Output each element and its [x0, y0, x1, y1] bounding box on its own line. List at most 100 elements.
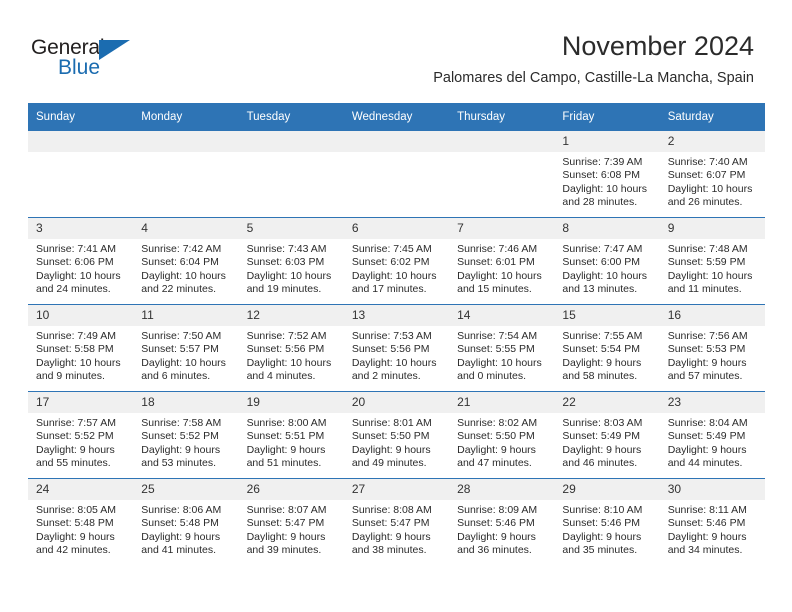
sunrise-text: Sunrise: 8:09 AM — [457, 504, 538, 516]
day-info: Sunrise: 8:07 AM Sunset: 5:47 PM Daylight:… — [239, 500, 344, 557]
sunset-text: Sunset: 6:04 PM — [141, 256, 219, 269]
daylight-text: Daylight: 9 hours and 55 minutes. — [36, 443, 115, 469]
day-number: 7 — [449, 218, 555, 239]
day-number: 10 — [28, 305, 134, 326]
daylight-text: Daylight: 9 hours and 51 minutes. — [246, 443, 326, 469]
calendar-week-row: 10 Sunrise: 7:49 AM Sunset: 5:58 PM Dayligh… — [28, 304, 765, 392]
day-number: 13 — [343, 305, 450, 326]
day-info: Sunrise: 7:58 AM Sunset: 5:52 PM Daylight:… — [133, 413, 238, 470]
sunset-text: Sunset: 5:49 PM — [562, 430, 641, 443]
day-cell[interactable]: 12 Sunrise: 7:52 AM Sunset: 5:56 PM Dayligh… — [238, 304, 344, 392]
daylight-text: Daylight: 9 hours and 34 minutes. — [667, 530, 747, 556]
day-info: Sunrise: 8:02 AM Sunset: 5:50 PM Daylight:… — [449, 413, 554, 470]
day-number — [238, 131, 344, 152]
day-cell[interactable]: 18 Sunrise: 7:58 AM Sunset: 5:52 PM Dayligh… — [133, 391, 239, 479]
daylight-text: Daylight: 9 hours and 44 minutes. — [667, 443, 747, 469]
day-cell[interactable]: 11 Sunrise: 7:50 AM Sunset: 5:57 PM Dayligh… — [133, 304, 239, 392]
sunset-text: Sunset: 6:06 PM — [36, 256, 114, 269]
weekday-header-thursday: Thursday — [449, 103, 555, 131]
sunrise-text: Sunrise: 8:01 AM — [351, 417, 432, 429]
day-info: Sunrise: 7:42 AM Sunset: 6:04 PM Daylight:… — [133, 239, 238, 296]
day-cell[interactable]: 28 Sunrise: 8:09 AM Sunset: 5:46 PM Dayligh… — [449, 478, 555, 565]
day-info: Sunrise: 7:40 AM Sunset: 6:07 PM Daylight:… — [660, 152, 765, 209]
day-cell[interactable]: 6 Sunrise: 7:45 AM Sunset: 6:02 PM Daylight… — [343, 217, 450, 305]
day-cell[interactable]: 16 Sunrise: 7:56 AM Sunset: 5:53 PM Dayligh… — [659, 304, 765, 392]
day-cell[interactable]: 9 Sunrise: 7:48 AM Sunset: 5:59 PM Daylight… — [659, 217, 765, 305]
day-number: 4 — [133, 218, 239, 239]
day-info: Sunrise: 7:49 AM Sunset: 5:58 PM Daylight:… — [28, 326, 133, 383]
day-cell[interactable]: 4 Sunrise: 7:42 AM Sunset: 6:04 PM Daylight… — [133, 217, 239, 305]
sunrise-text: Sunrise: 7:47 AM — [562, 243, 643, 255]
daylight-text: Daylight: 10 hours and 19 minutes. — [246, 269, 332, 295]
weekday-header-sunday: Sunday — [28, 103, 134, 131]
sunset-text: Sunset: 5:47 PM — [351, 517, 430, 530]
daylight-text: Daylight: 9 hours and 57 minutes. — [667, 356, 747, 382]
day-number: 17 — [28, 392, 134, 413]
day-cell[interactable]: 27 Sunrise: 8:08 AM Sunset: 5:47 PM Dayligh… — [343, 478, 450, 565]
weekday-header-monday: Monday — [133, 103, 239, 131]
day-number: 12 — [238, 305, 344, 326]
weekday-header-row: Sunday Monday Tuesday Wednesday Thursday… — [28, 103, 765, 131]
sunrise-text: Sunrise: 7:42 AM — [141, 243, 222, 255]
day-cell[interactable]: 23 Sunrise: 8:04 AM Sunset: 5:49 PM Dayligh… — [659, 391, 765, 479]
day-cell[interactable]: 21 Sunrise: 8:02 AM Sunset: 5:50 PM Dayligh… — [449, 391, 555, 479]
day-cell[interactable]: 13 Sunrise: 7:53 AM Sunset: 5:56 PM Dayligh… — [343, 304, 450, 392]
sunset-text: Sunset: 5:47 PM — [246, 517, 325, 530]
daylight-text: Daylight: 9 hours and 39 minutes. — [246, 530, 326, 556]
day-cell[interactable]: 2 Sunrise: 7:40 AM Sunset: 6:07 PM Daylight… — [659, 131, 765, 218]
day-cell[interactable]: 20 Sunrise: 8:01 AM Sunset: 5:50 PM Dayligh… — [343, 391, 450, 479]
sunrise-text: Sunrise: 8:03 AM — [562, 417, 643, 429]
sunset-text: Sunset: 5:46 PM — [562, 517, 641, 530]
daylight-text: Daylight: 9 hours and 35 minutes. — [562, 530, 642, 556]
title-block: November 2024 Palomares del Campo, Casti… — [433, 30, 754, 88]
day-number — [343, 131, 450, 152]
daylight-text: Daylight: 9 hours and 47 minutes. — [457, 443, 536, 469]
day-info: Sunrise: 7:46 AM Sunset: 6:01 PM Daylight:… — [449, 239, 554, 296]
day-cell[interactable]: 5 Sunrise: 7:43 AM Sunset: 6:03 PM Daylight… — [238, 217, 344, 305]
day-cell[interactable]: 1 Sunrise: 7:39 AM Sunset: 6:08 PM Daylight… — [554, 131, 660, 218]
weekday-header-tuesday: Tuesday — [238, 103, 344, 131]
day-cell[interactable]: 26 Sunrise: 8:07 AM Sunset: 5:47 PM Dayligh… — [238, 478, 344, 565]
day-info: Sunrise: 7:47 AM Sunset: 6:00 PM Daylight:… — [554, 239, 659, 296]
sunset-text: Sunset: 5:55 PM — [457, 343, 535, 356]
calendar-week-row: 24 Sunrise: 8:05 AM Sunset: 5:48 PM Dayligh… — [28, 478, 765, 565]
day-cell[interactable]: 10 Sunrise: 7:49 AM Sunset: 5:58 PM Dayligh… — [28, 304, 134, 392]
day-cell[interactable]: 24 Sunrise: 8:05 AM Sunset: 5:48 PM Dayligh… — [28, 478, 134, 565]
weekday-header-friday: Friday — [554, 103, 660, 131]
day-info: Sunrise: 8:04 AM Sunset: 5:49 PM Daylight:… — [660, 413, 765, 470]
day-number — [28, 131, 134, 152]
sunset-text: Sunset: 5:54 PM — [562, 343, 641, 356]
day-info: Sunrise: 8:08 AM Sunset: 5:47 PM Daylight:… — [344, 500, 449, 557]
day-info: Sunrise: 7:39 AM Sunset: 6:08 PM Daylight:… — [554, 152, 659, 209]
sunrise-text: Sunrise: 7:43 AM — [246, 243, 327, 255]
day-info: Sunrise: 8:00 AM Sunset: 5:51 PM Daylight:… — [239, 413, 344, 470]
day-cell[interactable]: 17 Sunrise: 7:57 AM Sunset: 5:52 PM Dayligh… — [28, 391, 134, 479]
day-cell[interactable]: 22 Sunrise: 8:03 AM Sunset: 5:49 PM Dayligh… — [554, 391, 660, 479]
logo-triangle-icon — [99, 40, 130, 60]
sunset-text: Sunset: 5:57 PM — [141, 343, 219, 356]
day-number: 8 — [554, 218, 660, 239]
day-cell-empty — [28, 131, 134, 218]
daylight-text: Daylight: 9 hours and 58 minutes. — [562, 356, 642, 382]
day-cell[interactable]: 15 Sunrise: 7:55 AM Sunset: 5:54 PM Dayligh… — [554, 304, 660, 392]
day-number: 28 — [449, 479, 555, 500]
day-cell[interactable]: 3 Sunrise: 7:41 AM Sunset: 6:06 PM Daylight… — [28, 217, 134, 305]
day-cell[interactable]: 19 Sunrise: 8:00 AM Sunset: 5:51 PM Dayligh… — [238, 391, 344, 479]
day-cell[interactable]: 8 Sunrise: 7:47 AM Sunset: 6:00 PM Daylight… — [554, 217, 660, 305]
daylight-text: Daylight: 10 hours and 24 minutes. — [36, 269, 121, 295]
day-cell[interactable]: 14 Sunrise: 7:54 AM Sunset: 5:55 PM Dayligh… — [449, 304, 555, 392]
day-info: Sunrise: 7:57 AM Sunset: 5:52 PM Daylight:… — [28, 413, 133, 470]
page-subtitle: Palomares del Campo, Castille-La Mancha,… — [433, 70, 754, 86]
day-number: 26 — [238, 479, 344, 500]
sunrise-text: Sunrise: 8:05 AM — [36, 504, 116, 516]
day-cell[interactable]: 30 Sunrise: 8:11 AM Sunset: 5:46 PM Dayligh… — [659, 478, 765, 565]
day-number: 2 — [659, 131, 765, 152]
day-cell[interactable]: 7 Sunrise: 7:46 AM Sunset: 6:01 PM Daylight… — [449, 217, 555, 305]
sunrise-text: Sunrise: 7:55 AM — [562, 330, 643, 342]
day-number: 30 — [659, 479, 765, 500]
sunset-text: Sunset: 5:51 PM — [246, 430, 325, 443]
day-cell[interactable]: 25 Sunrise: 8:06 AM Sunset: 5:48 PM Dayligh… — [133, 478, 239, 565]
day-cell-empty — [343, 131, 450, 218]
page-title: November 2024 — [561, 31, 754, 61]
day-cell[interactable]: 29 Sunrise: 8:10 AM Sunset: 5:46 PM Dayligh… — [554, 478, 660, 565]
